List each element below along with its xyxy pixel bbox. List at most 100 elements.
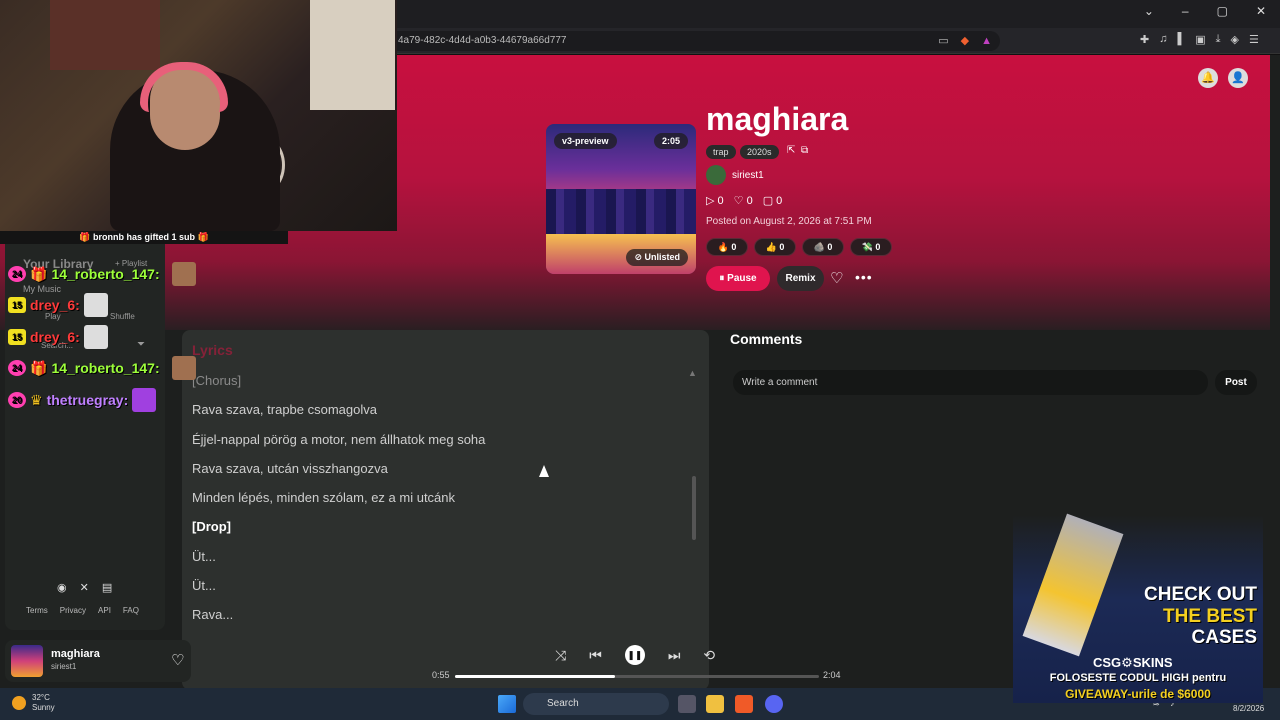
comment-input[interactable]: Write a comment [733,370,1208,395]
shuffle-icon[interactable]: ⤨ [555,647,566,664]
terms-link[interactable]: Terms [26,606,48,615]
now-playing-like-icon[interactable]: ♡ [171,651,184,669]
more-options-icon[interactable]: ••• [855,269,873,285]
player-controls: ⤨ ⏮ ❚❚ ⏭ ⟲ [555,645,715,665]
api-link[interactable]: API [98,606,111,615]
wallet-icon[interactable]: ▣ [1195,33,1205,46]
brave-browser-icon[interactable] [735,695,753,713]
reaction-thumbs[interactable]: 👍 0 [754,238,796,256]
chat-username: drey_6: [30,297,80,313]
chat-emote [83,325,108,349]
rock-icon: 🪨 [813,242,825,252]
like-heart-icon[interactable]: ♡ [830,269,843,287]
sidebar-icon[interactable]: ▌ [1177,33,1185,46]
chat-message: 15 drey_6: [8,325,108,349]
repeat-icon[interactable]: ⟲ [703,647,715,664]
now-playing[interactable]: maghiara siriest1 ♡ [5,640,191,682]
downloads-icon[interactable]: ⤓ [1216,33,1221,46]
windows-start-icon[interactable] [498,695,516,713]
like-count: ♡ 0 [733,195,753,207]
discord-icon[interactable]: ◉ [57,581,67,594]
maximize-button[interactable]: ▢ [1217,4,1228,18]
reaction-money[interactable]: 💸 0 [850,238,892,256]
discord-taskbar-icon[interactable] [765,695,783,713]
lyrics-scrollbar[interactable] [692,476,696,540]
lyric-line: Üt... [192,549,216,564]
vpn-icon[interactable]: ◈ [1231,33,1239,46]
address-bar[interactable]: 4a79-482c-4d4d-a0b3-44679a66d777 ▭ ◆ ▲ [388,31,1000,51]
song-cover-art: v3-preview 2:05 ⊘ Unlisted [546,124,696,274]
posted-date: Posted on August 2, 2026 at 7:51 PM [706,216,872,227]
visibility-badge: ⊘ Unlisted [626,249,688,266]
chat-username: drey_6: [30,329,80,345]
lyric-line: Üt... [192,578,216,593]
crown-icon: ♛ [30,391,43,408]
lyric-line: [Drop] [192,519,231,534]
artist-link[interactable]: siriest1 [706,165,764,185]
faq-link[interactable]: FAQ [123,606,139,615]
comments-title: Comments [730,331,803,347]
taskbar-date: 8/2/2026 [1233,704,1265,713]
chat-emote [171,356,196,380]
ad-line-5: GIVEAWAY-urile de $6000 [1065,687,1211,701]
close-button[interactable]: ✕ [1256,4,1266,18]
progress-bar[interactable] [455,675,819,678]
privacy-link[interactable]: Privacy [60,606,86,615]
reaction-fire[interactable]: 🔥 0 [706,238,748,256]
chat-message: 15 drey_6: [8,293,108,317]
lyrics-panel[interactable]: Lyrics ▲ [Chorus] Rava szava, trapbe cso… [182,330,709,690]
tag-genre[interactable]: trap [706,145,736,159]
scroll-up-icon[interactable]: ▲ [688,368,697,378]
docs-icon[interactable]: ▤ [102,581,112,594]
play-pause-icon[interactable]: ❚❚ [624,645,645,665]
extensions-icon[interactable]: ✚ [1140,33,1149,46]
sun-icon [12,696,26,710]
window-controls: ⌄ – ▢ ✕ [1144,4,1266,18]
ad-line-2: THE BEST [1163,606,1257,627]
streamer-webcam [0,0,397,231]
cast-icon[interactable]: ▭ [938,31,948,51]
chat-message: 24 🎁 14_roberto_147: [8,262,196,286]
song-title: maghiara [706,101,849,137]
gift-icon: 🎁 [30,265,48,282]
music-icon[interactable]: ♫ [1159,33,1167,46]
artist-name: siriest1 [732,169,764,181]
ad-line-3: CASES [1191,627,1257,648]
user-avatar-icon[interactable]: 👤 [1228,68,1248,88]
reaction-rock[interactable]: 🪨 0 [802,238,844,256]
remix-button[interactable]: Remix [777,266,824,291]
file-explorer-icon[interactable] [706,695,724,713]
shuffle-all-button[interactable]: Shuffle [110,312,135,321]
x-icon[interactable]: ✕ [80,581,89,594]
share-icon[interactable]: ⇱ [787,145,795,156]
post-comment-button[interactable]: Post [1215,370,1257,395]
brave-shield-icon[interactable]: ◆ [961,31,969,51]
weather-widget[interactable]: 32°C Sunny [12,693,55,713]
total-time: 2:04 [823,670,841,680]
artist-avatar [706,165,726,185]
tab-list-icon[interactable]: ⌄ [1144,4,1154,18]
money-icon: 💸 [861,242,873,252]
now-playing-artist: siriest1 [51,662,77,671]
pause-button[interactable]: ⏸ Pause [706,266,770,291]
extensions: ✚ ♫ ▌ ▣ ⤓ ◈ ☰ [1140,33,1259,46]
fire-icon: 🔥 [717,242,729,252]
taskbar-search[interactable]: Search [523,693,669,715]
menu-icon[interactable]: ☰ [1249,33,1259,46]
tag-era[interactable]: 2020s [740,145,779,159]
next-icon[interactable]: ⏭ [668,647,681,664]
minimize-button[interactable]: – [1182,4,1189,18]
sponsor-ad: CHECK OUT THE BEST CASES CSG⚙SKINS FOLOS… [1013,513,1263,703]
lyric-line: [Chorus] [192,373,242,388]
song-stats: ▷ 0 ♡ 0 ▢ 0 [706,194,782,207]
copy-icon[interactable]: ⧉ [801,145,808,156]
task-view-icon[interactable] [678,695,696,713]
previous-icon[interactable]: ⏮ [589,647,602,664]
notifications-bell-icon[interactable]: 🔔 [1198,68,1218,88]
lyric-line: Rava szava, utcán visszhangozva [192,461,388,476]
brave-rewards-icon[interactable]: ▲ [981,31,992,51]
chat-emote [171,262,196,286]
progress-fill [455,675,616,678]
gift-sub-alert: 🎁 bronnb has gifted 1 sub 🎁 [0,231,288,244]
filter-icon[interactable]: ⏷ [137,339,145,350]
